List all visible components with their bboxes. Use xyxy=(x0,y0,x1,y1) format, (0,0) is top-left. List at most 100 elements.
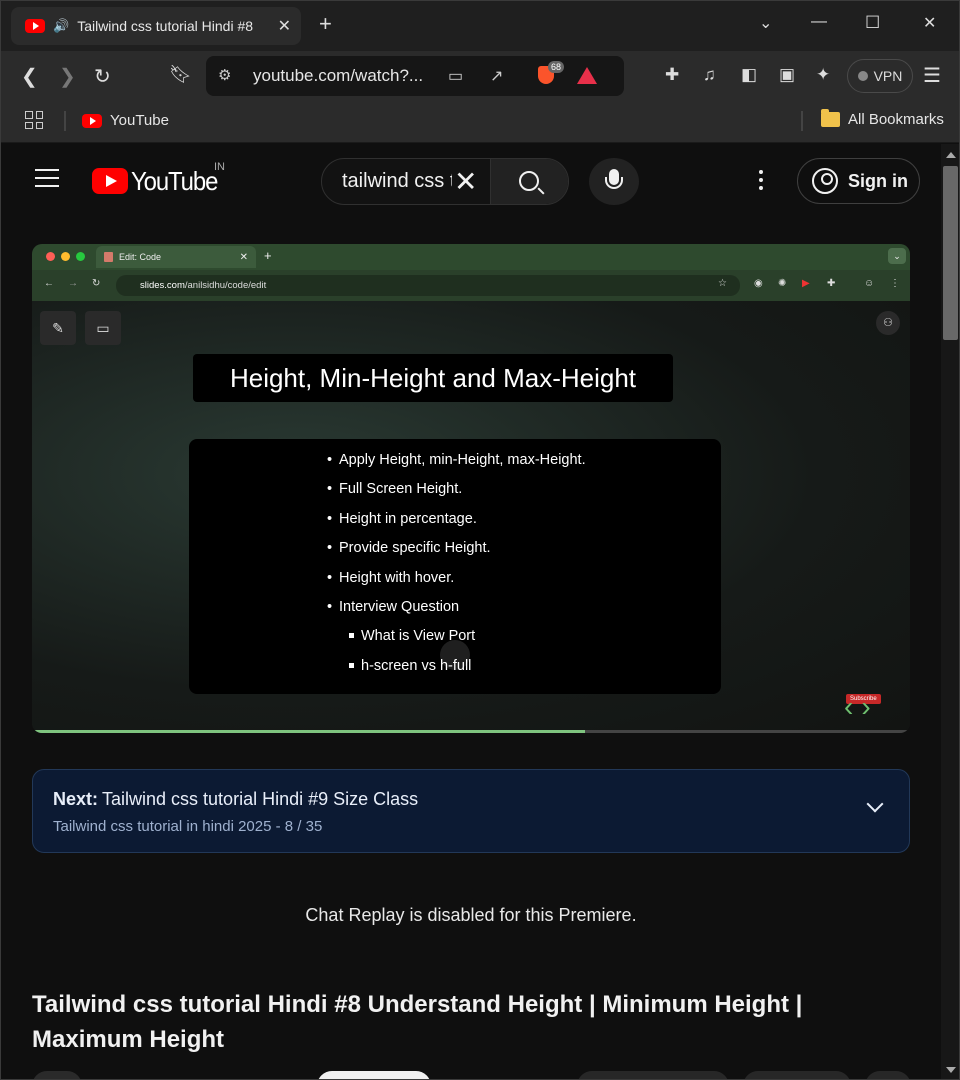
inner-youtube-icon: ▶ xyxy=(802,278,810,289)
video-progress-bar[interactable] xyxy=(32,730,910,733)
more-actions-button[interactable] xyxy=(865,1071,911,1079)
chat-replay-message: Chat Replay is disabled for this Premier… xyxy=(305,905,637,925)
more-options-icon[interactable] xyxy=(759,170,763,194)
traffic-lights xyxy=(46,252,85,261)
youtube-header: YouTube IN tailwind css tutorial ✕ Sign … xyxy=(1,144,941,218)
reload-icon[interactable]: ↻ xyxy=(94,64,111,89)
inner-close-icon: ✕ xyxy=(239,251,248,263)
sidebar-icon[interactable]: ◧ xyxy=(741,65,757,85)
all-bookmarks[interactable]: All Bookmarks xyxy=(821,109,944,128)
slides-favicon-icon xyxy=(104,252,113,262)
page-scrollbar[interactable] xyxy=(941,144,959,1079)
inner-back-icon: ← xyxy=(44,278,54,289)
vpn-button[interactable]: VPN xyxy=(847,59,913,93)
slide-bullet: Interview Question xyxy=(327,596,586,625)
guide-menu-icon[interactable] xyxy=(35,169,59,193)
inner-puzzle-icon: ✚ xyxy=(827,278,836,289)
slide-title: Height, Min-Height and Max-Height xyxy=(193,354,673,402)
sign-in-label: Sign in xyxy=(848,170,908,191)
wallet-icon[interactable]: ▣ xyxy=(779,65,795,85)
search-icon xyxy=(519,171,539,191)
close-window-icon[interactable]: ✕ xyxy=(923,13,936,33)
scroll-up-icon[interactable] xyxy=(946,152,956,158)
tab-strip: 🔊 Tailwind css tutorial Hindi #8 ✕ + ⌄ —… xyxy=(1,1,959,51)
next-video-line: Next: Tailwind css tutorial Hindi #9 Size… xyxy=(53,789,418,810)
video-player[interactable]: Edit: Code ✕ + ⌄ ← → ↻ slides.com/anilsi… xyxy=(32,244,910,733)
bookmark-separator xyxy=(801,111,803,131)
chevron-down-icon[interactable] xyxy=(866,795,884,813)
video-title: Tailwind css tutorial Hindi #8 Understan… xyxy=(32,991,803,1053)
youtube-favicon-icon xyxy=(82,113,102,128)
inner-forward-icon: → xyxy=(68,278,78,289)
apps-grid-icon[interactable] xyxy=(25,111,43,129)
channel-avatar[interactable] xyxy=(32,1071,82,1079)
shields-count-badge: 68 xyxy=(548,61,565,73)
bookmark-youtube-label: YouTube xyxy=(110,112,169,129)
youtube-logo-icon[interactable] xyxy=(92,168,128,194)
subscribe-button[interactable] xyxy=(317,1071,431,1079)
extensions-icon[interactable]: ✚ xyxy=(665,65,679,85)
new-tab-icon[interactable]: + xyxy=(319,11,332,37)
speaker-icon[interactable]: 🔊 xyxy=(53,18,69,34)
inner-ext-icon: ◉ xyxy=(754,278,763,289)
inner-tab: Edit: Code ✕ xyxy=(96,246,256,268)
pen-icon: ✎ xyxy=(40,311,76,345)
vpn-status-icon xyxy=(857,71,868,81)
slide-stage: ✎ ▭ ⚇ Height, Min-Height and Max-Height … xyxy=(32,301,910,733)
video-progress-fill xyxy=(32,730,586,733)
search-button[interactable] xyxy=(490,159,568,204)
search-box[interactable]: tailwind css tutorial ✕ xyxy=(321,158,569,205)
scrollbar-thumb[interactable] xyxy=(943,166,958,340)
forward-icon[interactable]: ❯ xyxy=(59,64,76,89)
brave-rewards-icon[interactable] xyxy=(577,67,597,84)
share-button[interactable] xyxy=(743,1071,851,1079)
sign-in-button[interactable]: Sign in xyxy=(797,158,920,204)
slide-nav-arrows-icon: ‹› xyxy=(844,691,879,722)
inner-new-tab-icon: + xyxy=(264,248,272,263)
tab-search-chevron-icon[interactable]: ⌄ xyxy=(759,13,772,33)
next-label: Next: xyxy=(53,789,99,809)
bookmark-icon[interactable]: 🔖︎ xyxy=(169,64,192,85)
inner-url-path: /anilsidhu/code/edit xyxy=(184,280,267,291)
media-icon[interactable]: ♫ xyxy=(703,65,716,85)
like-button[interactable] xyxy=(577,1071,729,1079)
inner-avatar-icon: ☺ xyxy=(864,278,875,289)
address-bar[interactable]: ⚙︎ youtube.com/watch?... ▭ ↗ 68 xyxy=(206,56,624,96)
menu-icon[interactable]: ☰ xyxy=(923,63,941,88)
inner-menu-icon: ⋮ xyxy=(890,278,900,289)
slide-bullet: Full Screen Height. xyxy=(327,478,586,507)
next-video-title[interactable]: Tailwind css tutorial Hindi #9 Size Clas… xyxy=(102,789,418,809)
clear-search-icon[interactable]: ✕ xyxy=(454,165,477,198)
inner-toolbar: ← → ↻ slides.com/anilsidhu/code/edit ☆ ◉… xyxy=(32,270,910,301)
youtube-favicon-icon xyxy=(25,19,45,33)
leo-ai-icon[interactable]: ✦ xyxy=(816,65,830,85)
site-settings-icon[interactable]: ⚙︎ xyxy=(218,66,231,84)
minimize-icon[interactable]: — xyxy=(811,13,827,31)
video-browser-chrome: Edit: Code ✕ + ⌄ ← → ↻ slides.com/anilsi… xyxy=(32,244,910,301)
browser-toolbar: ❮ ❯ ↻ 🔖︎ ⚙︎ youtube.com/watch?... ▭ ↗ 68… xyxy=(1,51,959,101)
browser-window: 🔊 Tailwind css tutorial Hindi #8 ✕ + ⌄ —… xyxy=(0,0,960,1080)
inner-star-icon: ☆ xyxy=(718,278,727,289)
scroll-down-icon[interactable] xyxy=(946,1067,956,1073)
cast-icon[interactable]: ▭ xyxy=(448,66,463,86)
country-code: IN xyxy=(214,161,225,173)
playlist-info: Tailwind css tutorial in hindi 2025 - 8 … xyxy=(53,818,323,835)
slide-bullet: Height in percentage. xyxy=(327,508,586,537)
youtube-logo-text[interactable]: YouTube xyxy=(131,166,218,197)
inner-chevron-icon: ⌄ xyxy=(888,248,906,264)
inner-address-bar: slides.com/anilsidhu/code/edit xyxy=(116,275,740,296)
playlist-next-card[interactable]: Next: Tailwind css tutorial Hindi #9 Size… xyxy=(32,769,910,853)
active-tab[interactable]: 🔊 Tailwind css tutorial Hindi #8 ✕ xyxy=(11,7,301,45)
slide-bullet: Provide specific Height. xyxy=(327,537,586,566)
voice-search-icon[interactable] xyxy=(589,158,639,205)
inner-url-host: slides.com xyxy=(140,280,185,291)
all-bookmarks-label: All Bookmarks xyxy=(848,111,944,128)
maximize-icon[interactable]: ☐ xyxy=(865,13,880,33)
search-input[interactable]: tailwind css tutorial xyxy=(342,170,452,193)
close-tab-icon[interactable]: ✕ xyxy=(278,16,291,36)
share-icon[interactable]: ↗ xyxy=(490,66,503,86)
back-icon[interactable]: ❮ xyxy=(21,64,38,89)
slide-bullet: Apply Height, min-Height, max-Height. xyxy=(327,449,586,478)
bookmark-youtube[interactable]: YouTube xyxy=(82,112,169,129)
folder-icon xyxy=(821,109,840,127)
